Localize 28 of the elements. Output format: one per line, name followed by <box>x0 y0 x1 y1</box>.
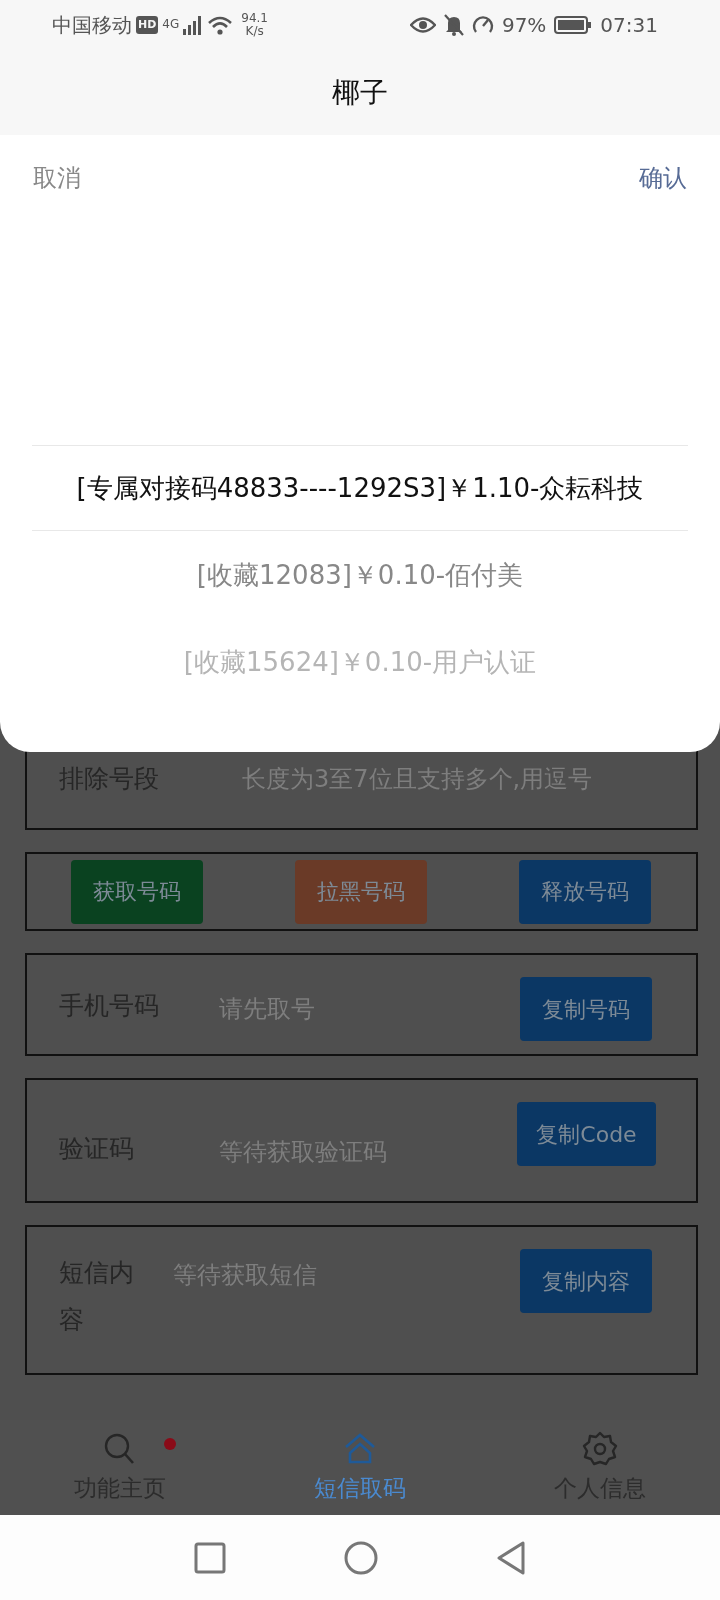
page-title: 椰子 <box>332 74 388 111</box>
network-speed: 94.1 <box>241 12 268 25</box>
copy-button[interactable]: 复制内容 <box>520 1249 652 1313</box>
picker-option[interactable]: [收藏15624]￥0.10-用户认证 <box>183 643 537 682</box>
picker-option[interactable]: [专属对接码48833----1292S3]￥1.10-众耘科技 <box>76 469 644 508</box>
carrier-name: 中国移动 <box>52 12 132 39</box>
battery-percent: 97% <box>501 12 547 39</box>
battery-icon <box>554 15 593 35</box>
cancel-link[interactable]: 取消 <box>33 159 81 196</box>
eye-icon <box>409 16 436 34</box>
hd-badge: HD <box>136 15 159 35</box>
speed-unit: K/s <box>244 25 265 38</box>
picker-option[interactable]: [收藏12083]￥0.10-佰付美 <box>196 556 524 595</box>
recent-apps-icon[interactable] <box>194 1541 226 1574</box>
action-button[interactable]: 获取号码 <box>71 859 203 924</box>
back-icon[interactable] <box>496 1540 526 1575</box>
bell-off-icon <box>443 14 464 36</box>
confirm-link[interactable]: 确认 <box>639 159 687 196</box>
copy-button[interactable]: 复制号码 <box>520 977 652 1041</box>
home-icon[interactable] <box>344 1540 378 1575</box>
signal-icon <box>183 15 204 35</box>
action-button[interactable]: 拉黑号码 <box>295 859 427 924</box>
copy-button[interactable]: 复制Code <box>517 1102 656 1166</box>
action-button[interactable]: 释放号码 <box>519 859 651 924</box>
wifi-icon <box>207 15 234 35</box>
network-type: 4G <box>162 18 180 31</box>
tab-label[interactable]: 短信取码 <box>314 1470 406 1505</box>
clock-time: 07:31 <box>600 12 658 39</box>
